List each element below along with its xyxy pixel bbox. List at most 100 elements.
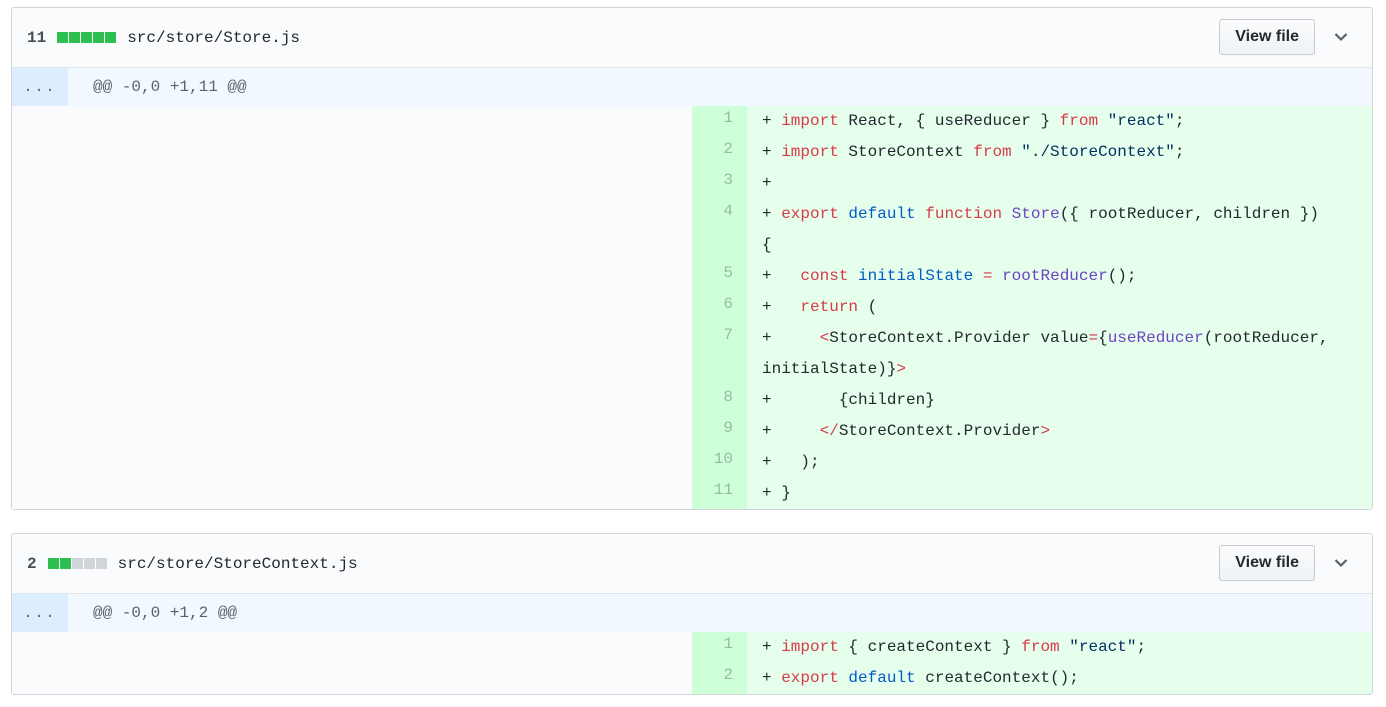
code-token: + [762,174,782,192]
chevron-down-icon[interactable] [1331,27,1351,47]
line-number[interactable]: 2 [692,137,747,168]
code-token: ( [858,298,878,316]
line-number[interactable]: 5 [692,261,747,292]
line-number[interactable]: 4 [692,199,747,261]
chevron-down-icon[interactable] [1331,553,1351,573]
diff-line: 8 + {children} [12,385,1372,416]
diffstat-count: 11 [27,28,47,47]
expand-hunk-button[interactable]: ... [12,594,68,632]
diffstat-block [95,558,107,569]
empty-old-side [12,106,692,137]
code-token: + [762,422,820,440]
line-number[interactable]: 11 [692,478,747,509]
empty-old-side [12,385,692,416]
code-token: export [781,205,839,223]
code-token: Store [1011,205,1060,223]
line-number[interactable]: 3 [692,168,747,199]
line-number[interactable]: 1 [692,632,747,663]
line-number[interactable]: 8 [692,385,747,416]
empty-old-side [12,447,692,478]
code-token: ; [1174,143,1185,161]
diffstat-block [83,558,95,569]
empty-old-side [12,478,692,509]
code-line: + export default createContext(); [747,663,1372,694]
code-token: "./StoreContext" [1021,143,1175,161]
code-token: { createContext } [838,638,1022,656]
line-number[interactable]: 10 [692,447,747,478]
file-path[interactable]: src/store/Store.js [127,29,300,47]
code-token: + [762,329,820,347]
empty-old-side [12,168,692,199]
code-token: ; [1174,112,1185,130]
expand-hunk-button[interactable]: ... [12,68,68,106]
empty-old-side [12,323,692,385]
diffstat-count: 2 [27,554,37,573]
diffstat-block [47,558,59,569]
code-line: + return ( [747,292,1372,323]
diff-line: 2 + export default createContext(); [12,663,1372,694]
code-line: + export default function Store({ rootRe… [747,199,1372,261]
empty-old-side [12,199,692,261]
code-token: createContext(); [915,669,1079,687]
empty-old-side [12,632,692,663]
diff-line: 4 + export default function Store({ rootR… [12,199,1372,261]
code-line: + </StoreContext.Provider> [747,416,1372,447]
code-line: + import { createContext } from "react"; [747,632,1372,663]
diffstat-block [71,558,83,569]
code-line: + } [747,478,1372,509]
code-token: default [848,205,916,223]
line-number[interactable]: 1 [692,106,747,137]
diff-line: 1 + import React, { useReducer } from "re… [12,106,1372,137]
file-diff-store-context: 2 src/store/StoreContext.js View file ..… [11,533,1373,695]
code-token: "react" [1069,638,1137,656]
empty-old-side [12,663,692,694]
diff-lines: 1 + import { createContext } from "react"… [12,632,1372,694]
line-number[interactable]: 6 [692,292,747,323]
view-file-button[interactable]: View file [1219,19,1315,55]
hunk-header: @@ -0,0 +1,2 @@ [93,604,238,622]
code-token: > [896,360,907,378]
code-token: return [800,298,859,316]
diffstat-block [69,32,81,43]
code-token: from [1021,638,1060,656]
code-token: + {children} [762,391,935,409]
diff-line: 10 + ); [12,447,1372,478]
file-info: 2 src/store/StoreContext.js [27,534,358,593]
empty-old-side [12,137,692,168]
diff-line: 9 + </StoreContext.Provider> [12,416,1372,447]
diffstat-block [81,32,93,43]
diffstat-block [57,32,69,43]
hunk-header: @@ -0,0 +1,11 @@ [93,78,247,96]
code-token: </ [819,422,839,440]
diffstat-block [59,558,71,569]
code-token: + [762,669,782,687]
code-token: + [762,205,782,223]
file-path[interactable]: src/store/StoreContext.js [118,555,358,573]
file-diff-store: 11 src/store/Store.js View file ... @@ -… [11,7,1373,510]
diff-line: 5 + const initialState = rootReducer(); [12,261,1372,292]
code-line: + import StoreContext from "./StoreConte… [747,137,1372,168]
code-line: + [747,168,1372,199]
file-info: 11 src/store/Store.js [27,8,300,67]
code-token: export [781,669,839,687]
code-token: + } [762,484,791,502]
code-token: import [781,143,839,161]
line-number[interactable]: 9 [692,416,747,447]
code-token: > [1040,422,1051,440]
code-token: < [819,329,830,347]
line-number[interactable]: 7 [692,323,747,385]
diff-lines: 1 + import React, { useReducer } from "re… [12,106,1372,509]
diff-line: 6 + return ( [12,292,1372,323]
diff-line: 7 + <StoreContext.Provider value={useRedu… [12,323,1372,385]
empty-old-side [12,292,692,323]
line-number[interactable]: 2 [692,663,747,694]
view-file-button[interactable]: View file [1219,545,1315,581]
code-token: + [762,638,782,656]
code-token: (); [1107,267,1137,285]
diff-line: 2 + import StoreContext from "./StoreCont… [12,137,1372,168]
code-token: + [762,112,782,130]
